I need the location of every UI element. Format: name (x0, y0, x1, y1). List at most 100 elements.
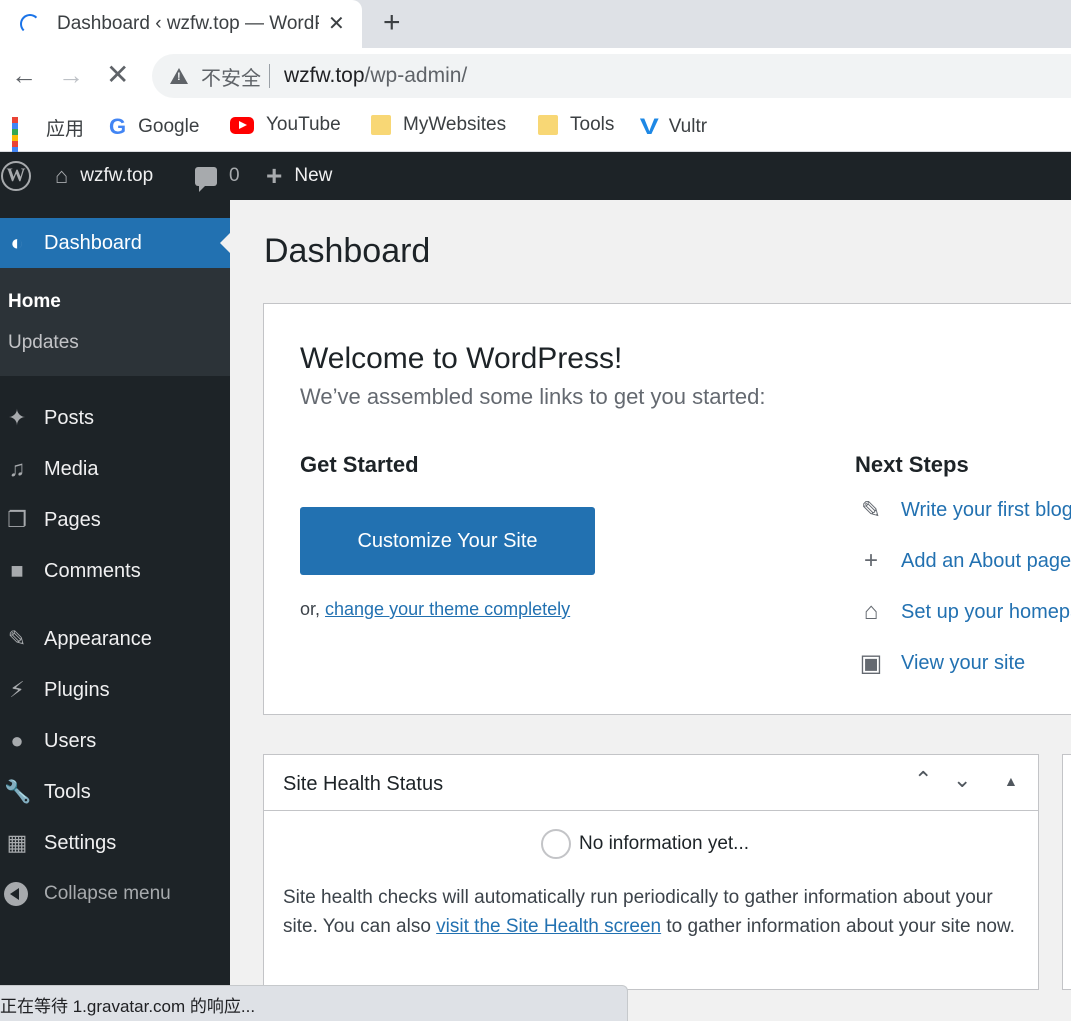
customize-site-button[interactable]: Customize Your Site (300, 507, 595, 575)
url-host: wzfw.top (284, 64, 365, 87)
site-health-header: Site Health Status ⌃ ⌄ ▲ (264, 755, 1038, 811)
comments-count: 0 (229, 165, 240, 186)
site-health-status: No information yet... (541, 829, 749, 859)
bookmark-tools[interactable]: Tools (538, 114, 614, 136)
folder-icon (371, 115, 391, 135)
bookmark-vultr[interactable]: V Vultr (639, 114, 707, 140)
next-steps-title: Next Steps (855, 452, 969, 477)
plus-icon: + (266, 160, 283, 191)
user-icon: ● (10, 728, 24, 753)
back-arrow-icon[interactable]: ← (11, 60, 37, 90)
folder-icon (538, 115, 558, 135)
comments-link[interactable]: 0 (195, 152, 240, 200)
wrench-icon: 🔧 (4, 779, 32, 804)
get-started-title: Get Started (300, 452, 419, 477)
next-step-label: Add an About page (901, 549, 1071, 572)
welcome-panel: Welcome to WordPress! We’ve assembled so… (263, 303, 1071, 715)
forward-arrow-icon[interactable]: → (58, 60, 84, 90)
google-icon: G (109, 114, 127, 139)
address-separator (269, 64, 270, 88)
bookmarks-bar: 应用 G Google YouTube MyWebsites Tools V V… (0, 104, 1071, 171)
next-step-about-page[interactable]: + Add an About page (856, 547, 1071, 575)
submenu-updates[interactable]: Updates (8, 332, 79, 354)
edit-icon: ✎ (860, 497, 882, 524)
site-name: wzfw.top (80, 165, 154, 186)
status-ring-icon (541, 829, 571, 859)
sidebar-item-label: Media (44, 457, 99, 480)
browser-tab-strip: Dashboard ‹ wzfw.top — WordPress ✕ + (0, 0, 1071, 48)
sidebar-item-media[interactable]: ♫ Media (0, 447, 230, 491)
sidebar-item-label: Settings (44, 831, 117, 854)
media-icon: ♫ (8, 456, 26, 481)
apps-grid-icon (12, 116, 34, 171)
comment-bubble-icon (195, 166, 217, 192)
bookmark-label: Tools (570, 114, 615, 135)
next-step-label: View your site (901, 652, 1026, 674)
wp-logo-menu[interactable]: W (1, 152, 31, 200)
desc-text: to gather information about your site no… (661, 916, 1015, 937)
site-health-title: Site Health Status (283, 773, 444, 795)
bookmark-label: MyWebsites (403, 114, 507, 135)
home-icon: ⌂ (863, 598, 879, 625)
dashboard-submenu: Home Updates (0, 268, 230, 376)
browser-status-bar: 正在等待 1.gravatar.com 的响应... (0, 985, 628, 1021)
sidebar-item-label: Comments (44, 559, 141, 582)
pages-icon: ❐ (7, 507, 27, 532)
site-name-link[interactable]: ⌂ wzfw.top (55, 152, 153, 200)
sidebar-item-label: Plugins (44, 678, 110, 701)
youtube-icon (230, 116, 254, 134)
sidebar-item-label: Users (44, 729, 97, 752)
sidebar-item-appearance[interactable]: ✎ Appearance (0, 617, 230, 661)
toggle-panel-icon[interactable]: ▲ (1004, 773, 1018, 789)
url-path: /wp-admin/ (364, 64, 468, 87)
comment-icon: ■ (10, 558, 24, 583)
change-theme-link[interactable]: change your theme completely (325, 599, 570, 619)
site-health-screen-link[interactable]: visit the Site Health screen (436, 916, 661, 937)
collapse-menu-button[interactable]: Collapse menu (0, 872, 230, 916)
bookmark-mywebsites[interactable]: MyWebsites (371, 114, 506, 136)
sidebar-item-plugins[interactable]: ⚡ Plugins (0, 668, 230, 712)
browser-tab-active[interactable]: Dashboard ‹ wzfw.top — WordPress ✕ (0, 0, 362, 48)
plus-icon: + (863, 547, 878, 574)
welcome-title: Welcome to WordPress! (300, 342, 623, 375)
wordpress-logo-icon: W (1, 161, 31, 191)
sidebar-item-dashboard[interactable]: ◐ Dashboard (0, 218, 230, 268)
new-tab-button[interactable]: + (383, 6, 401, 40)
tab-close-icon[interactable]: ✕ (328, 11, 345, 36)
bookmark-google[interactable]: G Google (109, 114, 199, 140)
address-bar[interactable]: 不安全 wzfw.top/wp-admin/ (152, 54, 1071, 98)
collapse-arrow-icon (4, 882, 28, 906)
chevron-up-icon[interactable]: ⌃ (914, 767, 932, 793)
settings-icon: ▦ (6, 830, 28, 855)
sidebar-item-posts[interactable]: ✦ Posts (0, 396, 230, 440)
sidebar-item-label: Dashboard (44, 231, 142, 254)
sidebar-item-tools[interactable]: 🔧 Tools (0, 770, 230, 814)
sidebar-item-comments[interactable]: ■ Comments (0, 549, 230, 593)
collapse-label: Collapse menu (44, 883, 171, 904)
next-step-label: Write your first blog post (901, 499, 1071, 521)
bookmark-youtube[interactable]: YouTube (230, 114, 341, 136)
sidebar-item-label: Tools (44, 780, 91, 803)
next-step-label: Set up your homepage (901, 600, 1071, 623)
vultr-icon: V (639, 114, 659, 139)
site-health-status-text: No information yet... (579, 833, 750, 854)
bookmark-label: 应用 (46, 119, 85, 140)
sidebar-item-users[interactable]: ● Users (0, 719, 230, 763)
chevron-down-icon[interactable]: ⌄ (953, 767, 971, 793)
new-content-menu[interactable]: + New (266, 152, 332, 200)
bookmark-label: YouTube (266, 114, 341, 135)
next-step-homepage[interactable]: ⌂ Set up your homepage (856, 598, 1071, 626)
stop-loading-icon[interactable]: ✕ (106, 60, 129, 90)
next-step-write-post[interactable]: ✎ Write your first blog post (856, 496, 1071, 525)
sidebar-item-settings[interactable]: ▦ Settings (0, 821, 230, 865)
plug-icon: ⚡ (9, 677, 25, 702)
or-text: or, (300, 599, 326, 619)
browser-toolbar: ← → ✕ 不安全 wzfw.top/wp-admin/ (0, 48, 1071, 104)
submenu-home[interactable]: Home (8, 291, 61, 313)
bookmark-apps[interactable]: 应用 (12, 114, 85, 171)
sidebar-item-pages[interactable]: ❐ Pages (0, 498, 230, 542)
change-theme-line: or, change your theme completely (300, 599, 570, 620)
next-step-view-site[interactable]: ▣ View your site (856, 649, 1025, 678)
insecure-label[interactable]: 不安全 (201, 62, 261, 91)
new-label: New (294, 165, 333, 186)
